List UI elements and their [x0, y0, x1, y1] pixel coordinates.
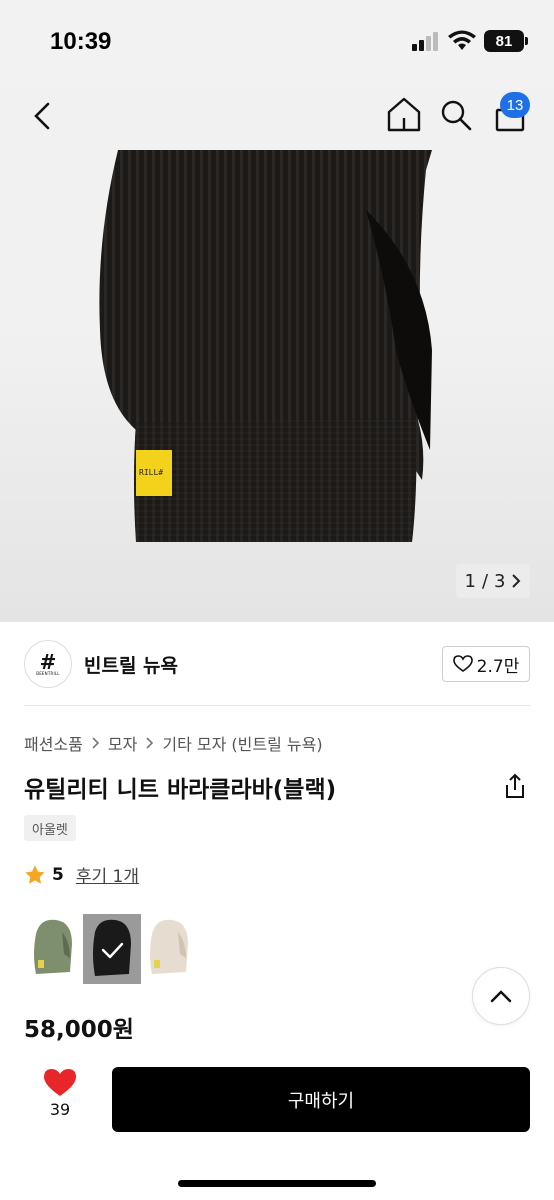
cart-count-badge: 13 — [500, 92, 530, 118]
status-icons: 81 — [412, 30, 528, 52]
chevron-up-icon — [490, 990, 512, 1003]
review-link[interactable]: 후기 1개 — [76, 862, 139, 887]
status-time: 10:39 — [50, 28, 112, 55]
top-navigation: 13 — [0, 90, 554, 150]
battery-indicator: 81 — [484, 30, 528, 52]
brand-like-count: 2.7만 — [476, 656, 520, 677]
chevron-left-icon — [34, 102, 50, 130]
divider — [24, 705, 530, 706]
swatch-image — [83, 914, 141, 984]
home-icon — [387, 97, 421, 132]
brand-like-button[interactable]: 2.7만 — [442, 646, 530, 682]
pager-separator: / — [481, 570, 489, 592]
rating: 5 후기 1개 — [24, 862, 139, 887]
pager-total: 3 — [494, 570, 506, 592]
wishlist-button[interactable]: 39 — [36, 1068, 84, 1134]
chevron-right-icon — [92, 737, 100, 749]
color-options — [24, 914, 200, 984]
status-bar: 10:39 81 — [0, 0, 554, 90]
scroll-top-button[interactable] — [472, 967, 530, 1025]
share-button[interactable] — [502, 772, 528, 800]
search-icon — [441, 100, 472, 131]
color-swatch-black[interactable] — [83, 914, 141, 984]
seller-logo-sub: BEENTRILL — [36, 670, 60, 676]
rating-score: 5 — [52, 864, 64, 885]
home-button[interactable] — [386, 94, 422, 134]
color-swatch-green[interactable] — [24, 914, 82, 984]
svg-text:RILL#: RILL# — [139, 468, 163, 477]
outlet-tag: 아울렛 — [24, 815, 76, 841]
star-icon — [25, 864, 45, 884]
buy-button[interactable]: 구매하기 — [112, 1067, 530, 1132]
gallery-pager[interactable]: 1 / 3 — [456, 564, 530, 598]
purchase-bar: 39 구매하기 — [0, 1062, 554, 1142]
swatch-image — [34, 919, 72, 974]
breadcrumb-item[interactable]: 모자 — [108, 731, 137, 755]
chevron-right-icon — [146, 737, 154, 749]
color-swatch-beige[interactable] — [142, 914, 200, 984]
chevron-right-icon — [512, 574, 521, 588]
seller-logo-mark: # — [39, 649, 57, 674]
product-image: RILL# — [99, 150, 432, 542]
product-price: 58,000원 — [24, 1017, 134, 1043]
signal-icon — [412, 32, 438, 51]
wishlist-count: 39 — [49, 1100, 71, 1119]
swatch-image — [150, 919, 188, 974]
share-icon — [506, 773, 524, 798]
pager-current: 1 — [464, 570, 476, 592]
seller-row[interactable]: # BEENTRILL 빈트릴 뉴욕 2.7만 — [24, 638, 530, 690]
search-button[interactable] — [438, 94, 474, 134]
home-indicator — [178, 1180, 376, 1187]
breadcrumb-item[interactable]: 기타 모자 (빈트릴 뉴욕) — [162, 731, 322, 755]
breadcrumb: 패션소품 모자 기타 모자 (빈트릴 뉴욕) — [24, 731, 323, 755]
product-title: 유틸리티 니트 바라클라바(블랙) — [24, 777, 337, 803]
product-gallery[interactable]: RILL# 1 / 3 — [0, 90, 554, 622]
back-button[interactable] — [28, 96, 58, 136]
seller-name[interactable]: 빈트릴 뉴욕 — [84, 651, 178, 678]
breadcrumb-item[interactable]: 패션소품 — [24, 731, 83, 755]
heart-icon — [44, 1069, 76, 1096]
seller-logo[interactable]: # BEENTRILL — [24, 640, 72, 688]
heart-outline-icon — [452, 655, 473, 672]
wifi-icon — [448, 30, 476, 50]
